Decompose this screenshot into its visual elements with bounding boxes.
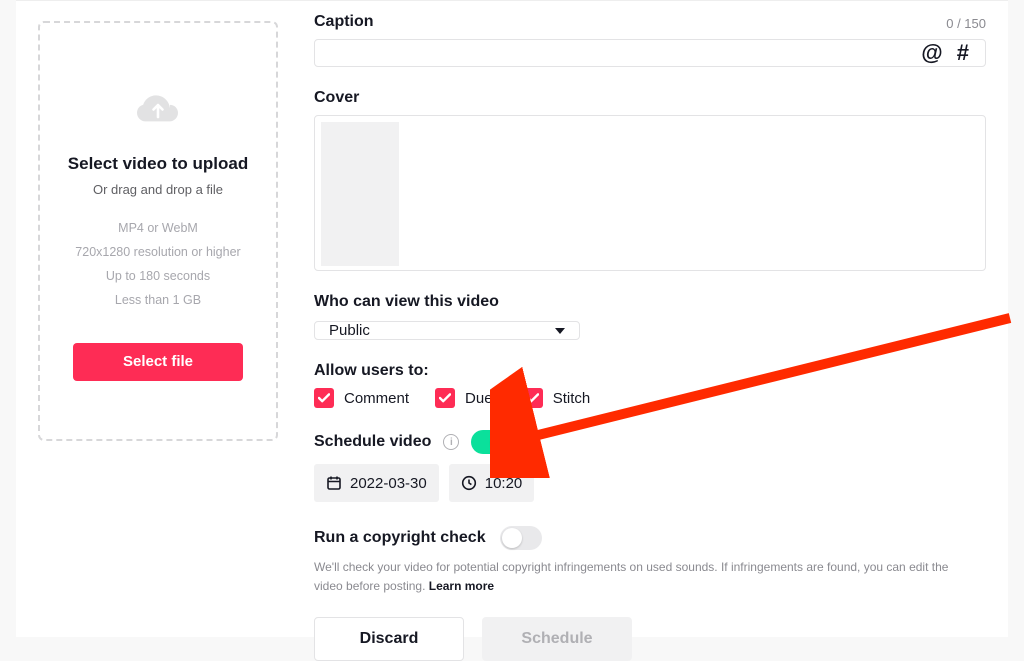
discard-button[interactable]: Discard [314,617,464,661]
allow-label: Allow users to: [314,362,986,380]
cover-label: Cover [314,89,986,107]
privacy-select[interactable]: Public [314,321,580,340]
cover-selector[interactable] [314,115,986,271]
caption-input[interactable]: @ # [314,39,986,67]
allow-comment-label: Comment [344,390,409,407]
schedule-time-value: 10:20 [485,475,523,492]
select-file-button[interactable]: Select file [73,343,243,381]
allow-stitch-label: Stitch [553,390,591,407]
upload-dropzone[interactable]: Select video to upload Or drag and drop … [38,21,278,441]
mention-icon[interactable]: @ [921,40,942,66]
schedule-date-picker[interactable]: 2022-03-30 [314,464,439,502]
copyright-note: We'll check your video for potential cop… [314,558,954,595]
checkbox-checked-icon[interactable] [435,388,455,408]
copyright-note-text: We'll check your video for potential cop… [314,560,948,593]
upload-title: Select video to upload [68,154,248,174]
calendar-icon [326,475,342,491]
learn-more-link[interactable]: Learn more [429,579,494,593]
chevron-down-icon [555,328,565,334]
schedule-date-value: 2022-03-30 [350,475,427,492]
privacy-selected: Public [329,322,370,339]
upload-subtitle: Or drag and drop a file [93,182,223,197]
upload-spec: Up to 180 seconds [106,269,210,283]
copyright-toggle[interactable] [500,526,542,550]
schedule-label: Schedule video [314,433,431,451]
cover-thumbnail[interactable] [321,122,399,266]
schedule-button: Schedule [482,617,632,661]
allow-duet[interactable]: Duet [435,388,497,408]
allow-comment[interactable]: Comment [314,388,409,408]
schedule-toggle[interactable] [471,430,513,454]
info-icon[interactable]: i [443,434,459,450]
allow-stitch[interactable]: Stitch [523,388,591,408]
copyright-label: Run a copyright check [314,529,486,547]
allow-duet-label: Duet [465,390,497,407]
checkbox-checked-icon[interactable] [523,388,543,408]
privacy-label: Who can view this video [314,293,986,311]
caption-label: Caption [314,13,374,31]
checkbox-checked-icon[interactable] [314,388,334,408]
upload-spec: 720x1280 resolution or higher [75,245,240,259]
clock-icon [461,475,477,491]
schedule-time-picker[interactable]: 10:20 [449,464,535,502]
upload-spec: MP4 or WebM [118,221,198,235]
upload-spec: Less than 1 GB [115,293,201,307]
cloud-upload-icon [137,95,179,132]
caption-counter: 0 / 150 [946,16,986,31]
hashtag-icon[interactable]: # [957,40,969,66]
